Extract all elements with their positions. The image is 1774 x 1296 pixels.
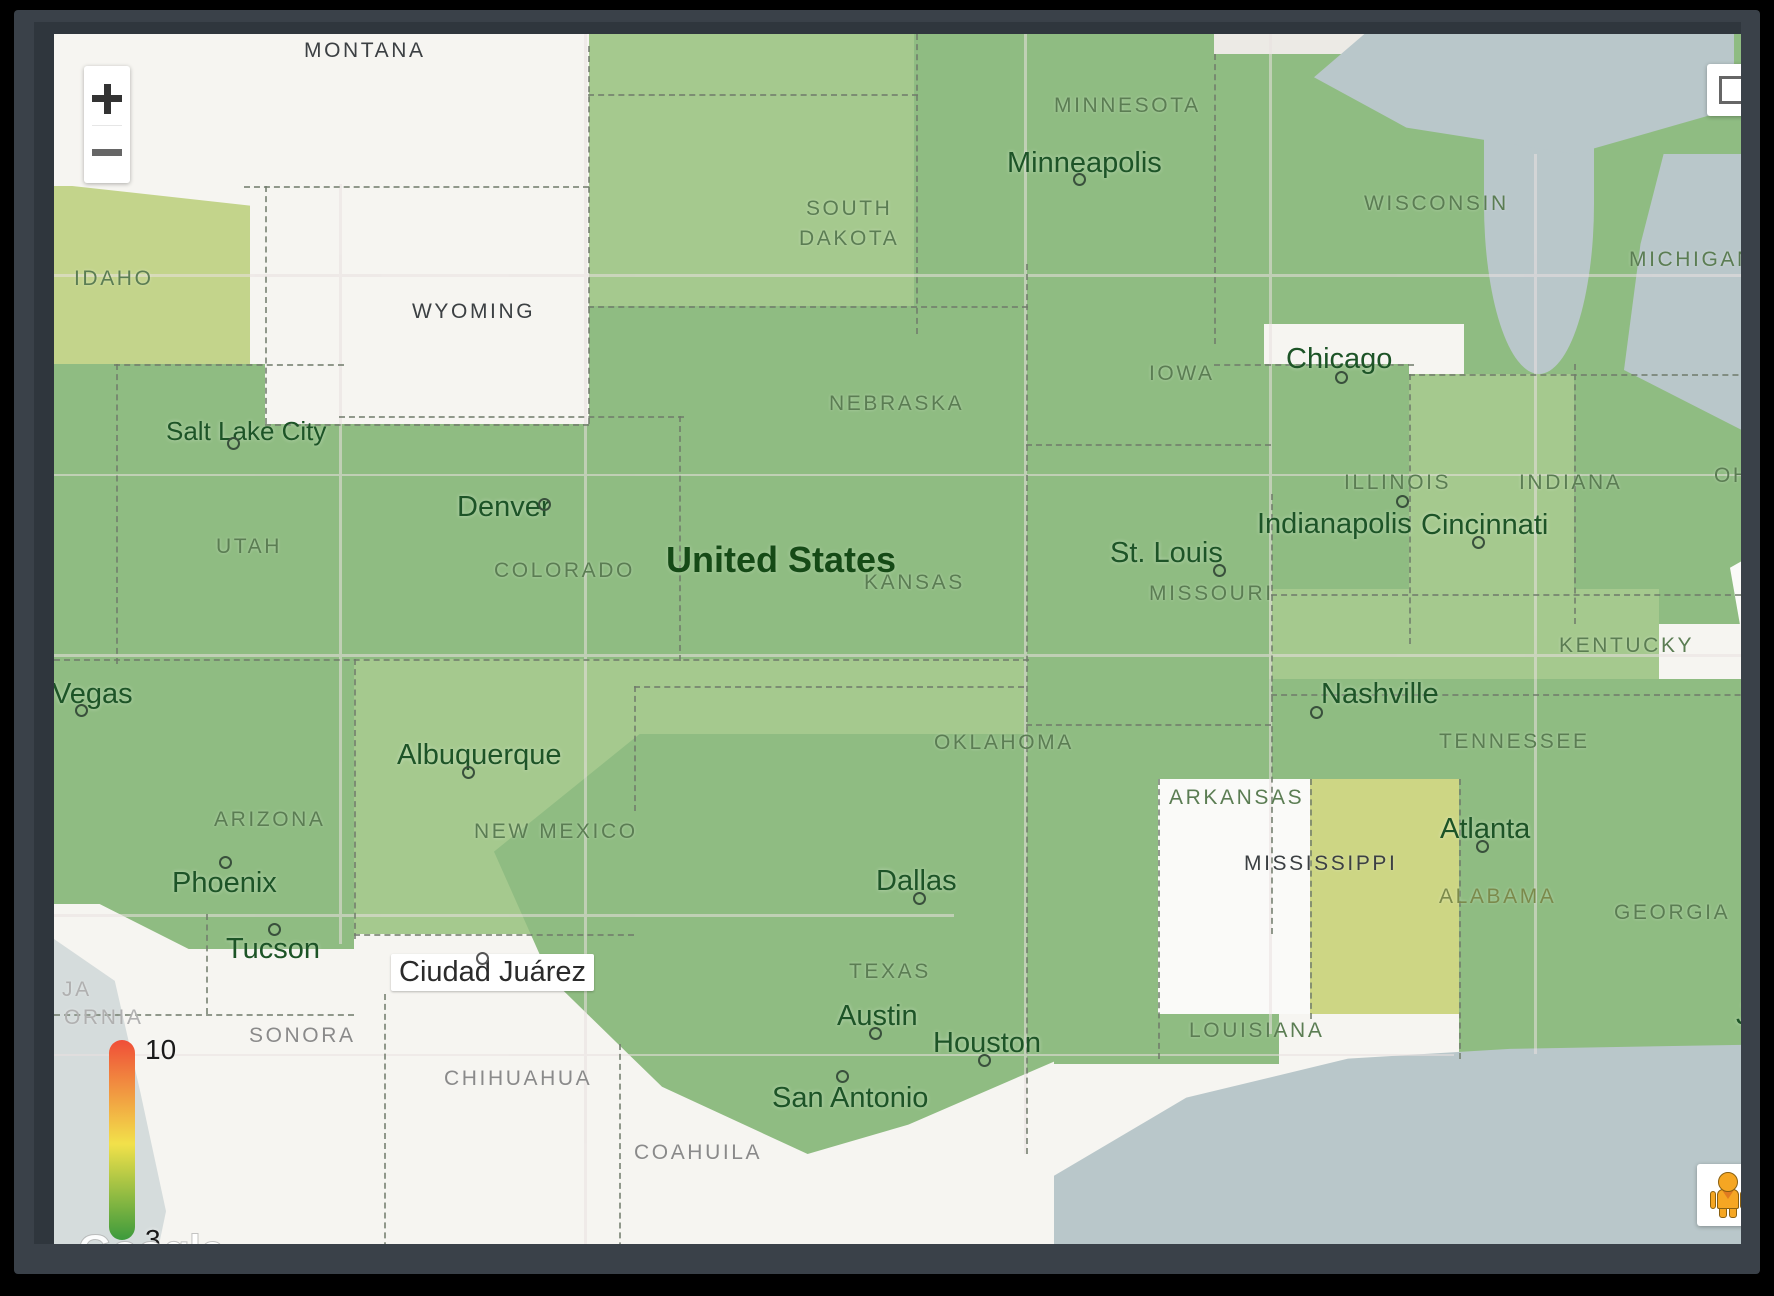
state-label-coahuila: COAHUILA <box>634 1141 763 1164</box>
state-label-arkansas: ARKANSAS <box>1169 786 1305 809</box>
state-label-ohio: OHIO <box>1714 464 1741 487</box>
city-dot-dallas <box>913 892 926 905</box>
state-label-colorado: COLORADO <box>494 559 635 582</box>
city-dot-atlanta <box>1476 840 1489 853</box>
state-label-idaho: IDAHO <box>74 267 154 290</box>
state-label-tennessee: TENNESSEE <box>1439 730 1590 753</box>
minus-icon <box>92 149 122 156</box>
state-label-michigan: MICHIGAN <box>1629 248 1741 271</box>
city-label-denver: Denver <box>457 491 551 523</box>
state-label-utah: UTAH <box>216 535 283 558</box>
fullscreen-toggle-button[interactable] <box>1707 64 1741 116</box>
city-dot-chicago <box>1335 371 1348 384</box>
city-dot-denver <box>538 498 551 511</box>
state-label-baja: JA <box>62 978 92 1001</box>
city-dot-phoenix <box>219 856 232 869</box>
state-label-arizona: ARIZONA <box>214 808 326 831</box>
city-dot-tucson <box>268 923 281 936</box>
city-dot-cincinnati <box>1472 536 1485 549</box>
city-dot-houston <box>978 1054 991 1067</box>
city-dot-nashville <box>1310 706 1323 719</box>
city-dot-st-louis <box>1213 564 1226 577</box>
city-label-ciudad-juarez: Ciudad Juárez <box>391 954 594 991</box>
google-logo-watermark: Google <box>78 1226 226 1245</box>
state-label-new-mexico: NEW MEXICO <box>474 820 638 843</box>
state-label-wyoming: WYOMING <box>412 300 536 323</box>
state-label-kentucky: KENTUCKY <box>1559 634 1695 657</box>
state-label-missouri: MISSOURI <box>1149 582 1274 605</box>
city-label-salt-lake-city: Salt Lake City <box>166 416 327 446</box>
street-view-pegman-button[interactable] <box>1697 1164 1741 1226</box>
city-label-nashville: Nashville <box>1321 678 1439 710</box>
fullscreen-icon <box>1719 76 1733 90</box>
state-label-texas: TEXAS <box>849 960 931 983</box>
zoom-in-button[interactable] <box>84 72 130 125</box>
map-canvas[interactable]: United States MONTANA MINNESOTA SOUTH DA… <box>54 34 1741 1244</box>
city-dot-san-antonio <box>836 1070 849 1083</box>
city-label-jackson: Jacks <box>1736 999 1741 1032</box>
state-label-mississippi: MISSISSIPPI <box>1244 852 1398 875</box>
zoom-controls[interactable] <box>84 66 130 183</box>
city-label-tucson: Tucson <box>226 933 321 965</box>
state-label-wisconsin: WISCONSIN <box>1364 192 1509 215</box>
city-dot-austin <box>869 1027 882 1040</box>
pegman-icon <box>1709 1172 1741 1218</box>
plus-icon <box>92 83 122 114</box>
state-label-indiana: INDIANA <box>1519 471 1623 494</box>
city-dot-ciudad-juarez <box>476 952 489 965</box>
state-label-kansas: KANSAS <box>864 571 965 594</box>
color-scale-legend: 10 3 <box>109 1034 229 1244</box>
state-label-iowa: IOWA <box>1149 362 1215 385</box>
state-label-montana: MONTANA <box>304 39 426 62</box>
city-dot-vegas <box>75 704 88 717</box>
state-label-oklahoma: OKLAHOMA <box>934 731 1074 754</box>
city-label-phoenix: Phoenix <box>172 867 277 899</box>
city-label-indianapolis: Indianapolis <box>1257 508 1412 540</box>
map-window-frame: United States MONTANA MINNESOTA SOUTH DA… <box>0 0 1774 1296</box>
legend-gradient-bar <box>109 1040 135 1240</box>
city-label-san-antonio: San Antonio <box>772 1082 929 1114</box>
state-label-alabama: ALABAMA <box>1439 885 1557 908</box>
city-dot-indianapolis <box>1396 495 1409 508</box>
city-label-albuquerque: Albuquerque <box>397 739 562 771</box>
city-label-st-louis: St. Louis <box>1110 537 1223 569</box>
city-dot-albuquerque <box>462 766 475 779</box>
map-labels-layer: United States MONTANA MINNESOTA SOUTH DA… <box>54 34 1741 1244</box>
city-label-vegas: Vegas <box>54 678 133 710</box>
state-label-louisiana: LOUISIANA <box>1189 1019 1325 1042</box>
state-label-minnesota: MINNESOTA <box>1054 94 1201 117</box>
state-label-california: ORNIA <box>64 1006 144 1029</box>
zoom-out-button[interactable] <box>84 126 130 179</box>
state-label-south-dakota: SOUTH DAKOTA <box>799 197 900 250</box>
legend-max-value: 10 <box>145 1034 177 1065</box>
state-label-georgia: GEORGIA <box>1614 901 1731 924</box>
city-dot-minneapolis <box>1073 173 1086 186</box>
state-label-nebraska: NEBRASKA <box>829 392 965 415</box>
state-label-illinois: ILLINOIS <box>1344 471 1452 494</box>
state-label-sonora: SONORA <box>249 1024 356 1047</box>
city-dot-salt-lake-city <box>227 437 240 450</box>
country-label-united-states: United States <box>666 539 897 580</box>
city-label-cincinnati: Cincinnati <box>1421 509 1549 541</box>
state-label-chihuahua: CHIHUAHUA <box>444 1067 593 1090</box>
